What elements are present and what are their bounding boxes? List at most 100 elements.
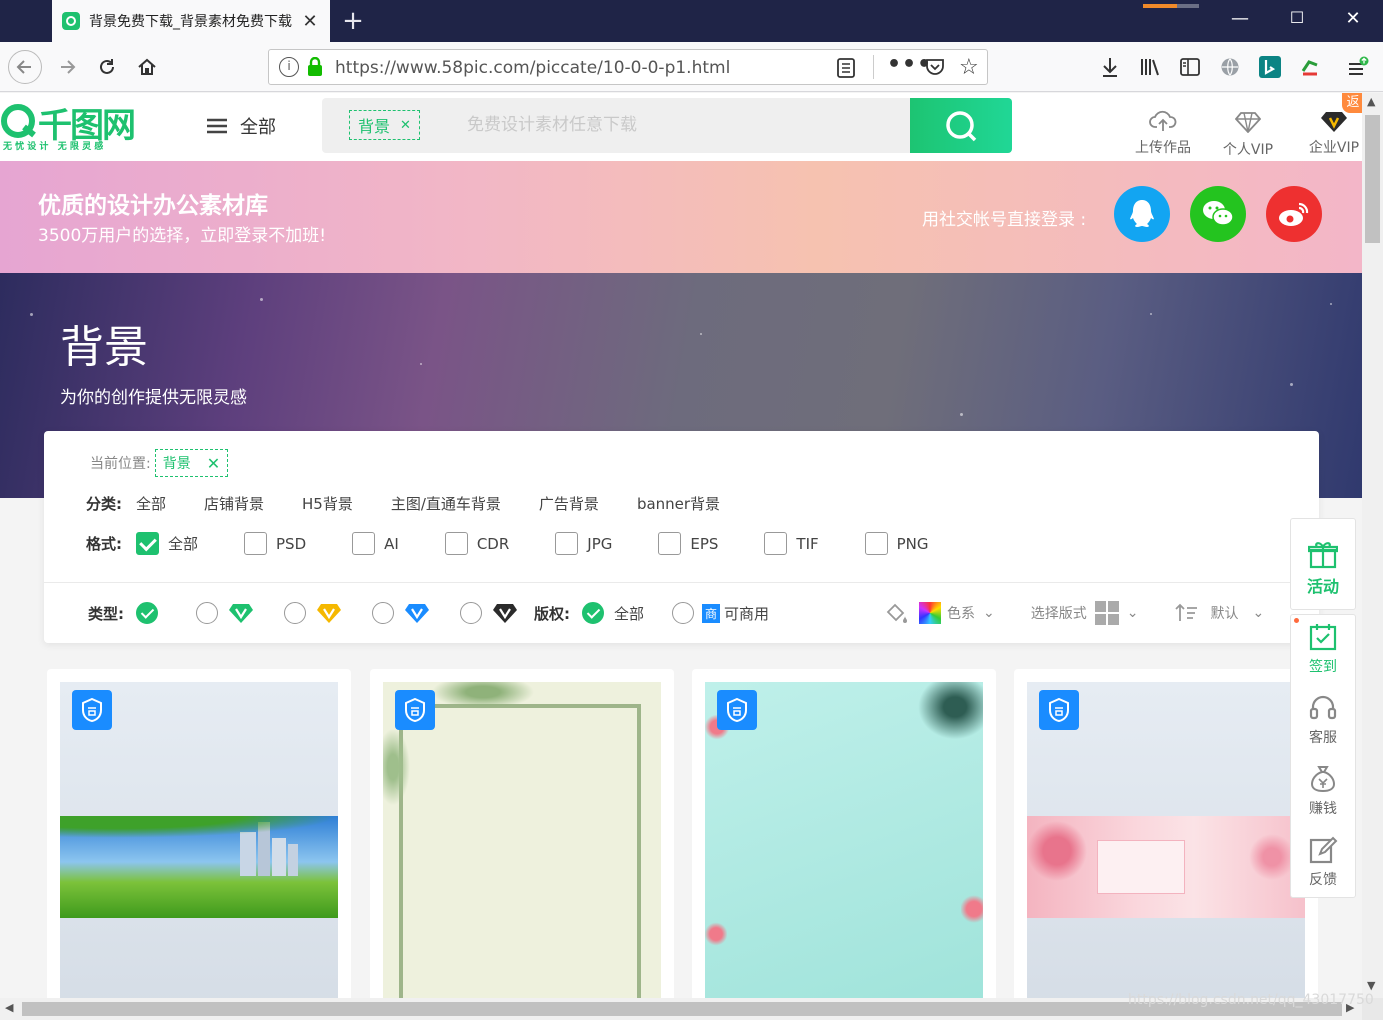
category-shop-bg[interactable]: 店铺背景 xyxy=(204,493,264,514)
qq-login-button[interactable] xyxy=(1114,186,1170,242)
web-page: 千图网 无 忧 设 计 无 限 灵 感 全部 背景 ✕ 上传作品 个人VIP xyxy=(0,93,1362,998)
url-bar[interactable]: i https://www.58pic.com/piccate/10-0-0-p… xyxy=(268,49,988,85)
scroll-left-icon[interactable]: ◀ xyxy=(5,1001,13,1014)
resource-card[interactable] xyxy=(692,669,996,998)
format-eps-checkbox[interactable]: EPS xyxy=(658,532,718,555)
type-label: 类型: xyxy=(88,604,124,623)
vertical-scroll-thumb[interactable] xyxy=(1365,115,1380,243)
color-palette-icon xyxy=(919,602,942,624)
earn-money-button[interactable]: 赚钱 xyxy=(1290,764,1356,818)
type-v-green-radio[interactable] xyxy=(196,602,218,624)
card-image-teal-tropical[interactable] xyxy=(705,682,983,998)
hamburger-menu-icon[interactable] xyxy=(1341,50,1375,84)
pocket-icon[interactable] xyxy=(925,58,945,80)
rebate-badge[interactable]: 返 xyxy=(1342,93,1362,113)
type-v-blue-radio[interactable] xyxy=(372,602,394,624)
format-tif-checkbox[interactable]: TIF xyxy=(764,532,819,555)
login-banner: 优质的设计办公素材库 3500万用户的选择，立即登录不加班! 用社交帐号直接登录… xyxy=(0,161,1362,273)
personal-vip-link[interactable]: 个人VIP xyxy=(1208,99,1288,159)
maximize-icon[interactable]: ☐ xyxy=(1282,8,1312,27)
color-filter-dropdown[interactable]: 色系 ⌄ xyxy=(885,602,995,624)
back-arrow-icon[interactable] xyxy=(8,50,42,84)
gold-v-diamond-icon xyxy=(317,604,341,623)
cloud-upload-icon xyxy=(1123,99,1203,133)
breadcrumb-tag[interactable]: 背景 ✕ xyxy=(154,449,229,477)
scroll-up-icon[interactable]: ▲ xyxy=(1367,95,1375,108)
format-all-checkbox[interactable]: 全部 xyxy=(136,532,198,555)
type-v-gold-radio[interactable] xyxy=(284,602,306,624)
window-close-icon[interactable]: ✕ xyxy=(1338,8,1368,29)
banner-title: 优质的设计办公素材库 xyxy=(38,193,268,219)
category-all[interactable]: 全部 xyxy=(136,493,166,514)
library-icon[interactable] xyxy=(1133,50,1167,84)
tab-close-icon[interactable]: ✕ xyxy=(300,11,320,32)
logo-tagline: 无 忧 设 计 无 限 灵 感 xyxy=(3,142,104,152)
search-tag[interactable]: 背景 ✕ xyxy=(349,110,420,140)
globe-icon[interactable] xyxy=(1213,50,1247,84)
category-ad-bg[interactable]: 广告背景 xyxy=(539,493,599,514)
green-v-diamond-icon xyxy=(229,604,253,623)
activity-button[interactable]: 活动 xyxy=(1290,518,1356,610)
social-login-label: 用社交帐号直接登录 : xyxy=(922,210,1087,230)
sidebar-icon[interactable] xyxy=(1173,50,1207,84)
scroll-down-icon[interactable]: ▼ xyxy=(1367,979,1375,992)
chevron-down-icon: ⌄ xyxy=(983,605,995,621)
minimize-icon[interactable]: — xyxy=(1225,8,1255,29)
home-icon[interactable] xyxy=(130,50,164,84)
feedback-button[interactable]: 反馈 xyxy=(1290,835,1356,889)
wechat-icon xyxy=(1203,201,1234,226)
weibo-login-button[interactable] xyxy=(1266,186,1322,242)
url-text: https://www.58pic.com/piccate/10-0-0-p1.… xyxy=(335,58,731,78)
tag-remove-icon[interactable]: ✕ xyxy=(400,118,411,133)
tab-title: 背景免费下载_背景素材免费下载 xyxy=(89,14,292,30)
browser-tab[interactable]: 背景免费下载_背景素材免费下载 ✕ xyxy=(52,0,330,42)
upload-label: 上传作品 xyxy=(1135,140,1191,156)
wechat-login-button[interactable] xyxy=(1190,186,1246,242)
resource-card[interactable] xyxy=(370,669,674,998)
search-tag-label: 背景 xyxy=(358,117,391,136)
enterprise-vip-label: 企业VIP xyxy=(1308,140,1360,156)
bookmark-star-icon[interactable]: ☆ xyxy=(959,55,979,80)
info-icon[interactable]: i xyxy=(279,57,299,77)
tab-overflow-indicator xyxy=(1143,4,1199,8)
download-icon[interactable] xyxy=(1093,50,1127,84)
format-cdr-checkbox[interactable]: CDR xyxy=(444,532,509,555)
card-image-pink-rose[interactable] xyxy=(1027,682,1305,998)
filter-panel: 当前位置: 背景 ✕ 分类: 全部 店铺背景 H5背景 主图/直通车背景 广告背… xyxy=(44,431,1319,643)
checkin-button[interactable]: 签到 xyxy=(1290,622,1356,676)
new-tab-button[interactable]: + xyxy=(340,6,366,36)
sort-dropdown[interactable]: 默认 ⌄ xyxy=(1174,603,1264,623)
copyright-all-radio[interactable] xyxy=(582,602,604,624)
category-h5-bg[interactable]: H5背景 xyxy=(302,493,353,514)
category-banner-bg[interactable]: banner背景 xyxy=(637,493,720,514)
layout-dropdown[interactable]: 选择版式 ⌄ xyxy=(1031,601,1139,625)
format-png-checkbox[interactable]: PNG xyxy=(864,532,929,555)
card-image-city-grassland[interactable] xyxy=(60,682,338,998)
type-all-radio[interactable] xyxy=(136,602,158,624)
format-psd-label: PSD xyxy=(276,534,307,553)
search-button[interactable] xyxy=(910,98,1012,153)
card-image-leaf-frame[interactable] xyxy=(383,682,661,998)
vertical-scrollbar[interactable]: ▲ ▼ xyxy=(1362,93,1383,998)
resource-card[interactable] xyxy=(47,669,351,998)
forward-arrow-icon[interactable] xyxy=(50,50,84,84)
bing-extension-icon[interactable] xyxy=(1253,50,1287,84)
commercial-badge: 商 xyxy=(702,603,721,623)
extension-icon[interactable] xyxy=(1293,50,1327,84)
format-ai-checkbox[interactable]: AI xyxy=(352,532,399,555)
copyright-commercial-radio[interactable] xyxy=(672,602,695,624)
type-v-black-radio[interactable] xyxy=(460,602,482,624)
reader-view-icon[interactable] xyxy=(837,58,855,82)
format-jpg-checkbox[interactable]: JPG xyxy=(555,532,612,555)
category-main-image-bg[interactable]: 主图/直通车背景 xyxy=(391,493,501,514)
upload-link[interactable]: 上传作品 xyxy=(1123,99,1203,157)
breadcrumb-remove-icon[interactable]: ✕ xyxy=(207,454,220,473)
search-input[interactable] xyxy=(467,108,897,142)
customer-service-button[interactable]: 客服 xyxy=(1290,693,1356,747)
site-logo[interactable]: 千图网 无 忧 设 计 无 限 灵 感 xyxy=(0,101,145,153)
resource-card[interactable] xyxy=(1014,669,1318,998)
reload-icon[interactable] xyxy=(90,50,124,84)
format-psd-checkbox[interactable]: PSD xyxy=(244,532,306,555)
layout-label: 选择版式 xyxy=(1030,606,1087,622)
all-categories-menu[interactable]: 全部 xyxy=(206,113,276,139)
